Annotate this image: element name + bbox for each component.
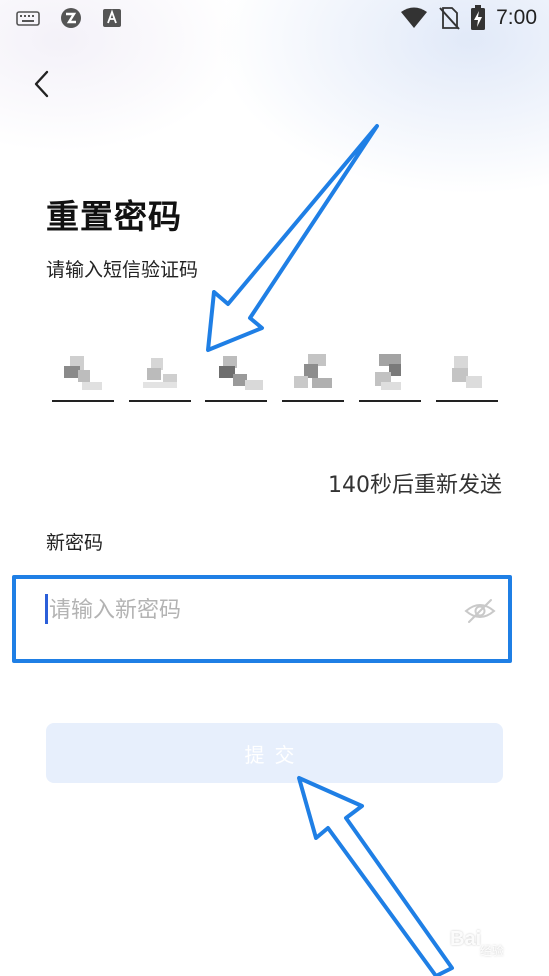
submit-button[interactable]: 提交 xyxy=(46,723,503,783)
code-digit-box[interactable] xyxy=(205,348,267,402)
code-underline xyxy=(129,400,191,402)
new-password-label: 新密码 xyxy=(46,532,104,554)
back-button[interactable] xyxy=(28,66,58,102)
eye-hidden-icon xyxy=(464,599,496,623)
font-a-icon xyxy=(103,9,121,27)
new-password-field[interactable] xyxy=(45,590,505,634)
wifi-icon xyxy=(401,7,428,28)
code-digit xyxy=(446,350,494,390)
app-icon xyxy=(61,8,81,28)
new-password-input[interactable] xyxy=(45,590,449,630)
resend-countdown: 140秒后重新发送 xyxy=(328,473,502,498)
code-underline xyxy=(359,400,421,402)
code-digit-box[interactable] xyxy=(436,348,498,402)
code-underline xyxy=(436,400,498,402)
code-digit-box[interactable] xyxy=(359,348,421,402)
keyboard-icon xyxy=(16,11,40,26)
watermark-logo: Bai 经验 xyxy=(420,928,540,958)
code-underline xyxy=(282,400,344,402)
code-digit-box[interactable] xyxy=(52,348,114,402)
chevron-left-icon xyxy=(34,70,49,98)
code-digit xyxy=(215,350,263,390)
watermark-subtext: 经验 xyxy=(480,944,505,958)
status-time: 7:00 xyxy=(496,6,537,29)
code-digit xyxy=(369,350,417,390)
status-bar: 7:00 xyxy=(0,0,549,38)
status-left-icons xyxy=(16,7,122,29)
password-visibility-toggle[interactable] xyxy=(463,596,497,626)
code-underline xyxy=(52,400,114,402)
code-digit xyxy=(139,350,187,390)
sms-code-input[interactable] xyxy=(52,348,502,404)
code-digit xyxy=(292,350,340,390)
code-digit-box[interactable] xyxy=(129,348,191,402)
code-digit-box[interactable] xyxy=(282,348,344,402)
sms-code-label: 请输入短信验证码 xyxy=(46,259,199,281)
status-right: 7:00 xyxy=(400,5,537,31)
code-digit xyxy=(62,350,110,390)
text-caret xyxy=(45,594,48,624)
code-underline xyxy=(205,400,267,402)
no-sim-icon xyxy=(439,7,460,30)
battery-charging-icon xyxy=(471,5,486,30)
page-title: 重置密码 xyxy=(46,197,182,236)
watermark-text: Bai xyxy=(450,928,482,950)
